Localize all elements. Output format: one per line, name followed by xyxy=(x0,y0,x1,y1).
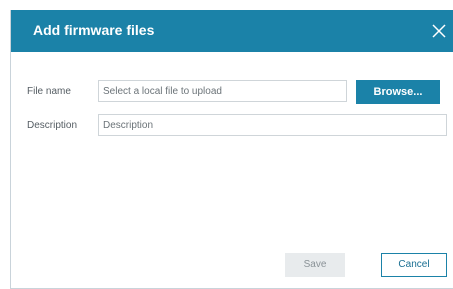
close-icon[interactable] xyxy=(429,21,449,41)
dialog-header: Add firmware files xyxy=(11,10,453,52)
cancel-button[interactable]: Cancel xyxy=(381,253,447,277)
file-name-input[interactable] xyxy=(98,80,347,102)
browse-button[interactable]: Browse... xyxy=(356,80,440,104)
description-label: Description xyxy=(27,120,78,131)
save-button[interactable]: Save xyxy=(285,253,345,277)
file-name-label: File name xyxy=(27,86,71,97)
add-firmware-dialog: Add firmware files File name Browse... D… xyxy=(10,10,453,289)
dialog-title: Add firmware files xyxy=(33,22,155,38)
description-input[interactable] xyxy=(98,114,447,136)
